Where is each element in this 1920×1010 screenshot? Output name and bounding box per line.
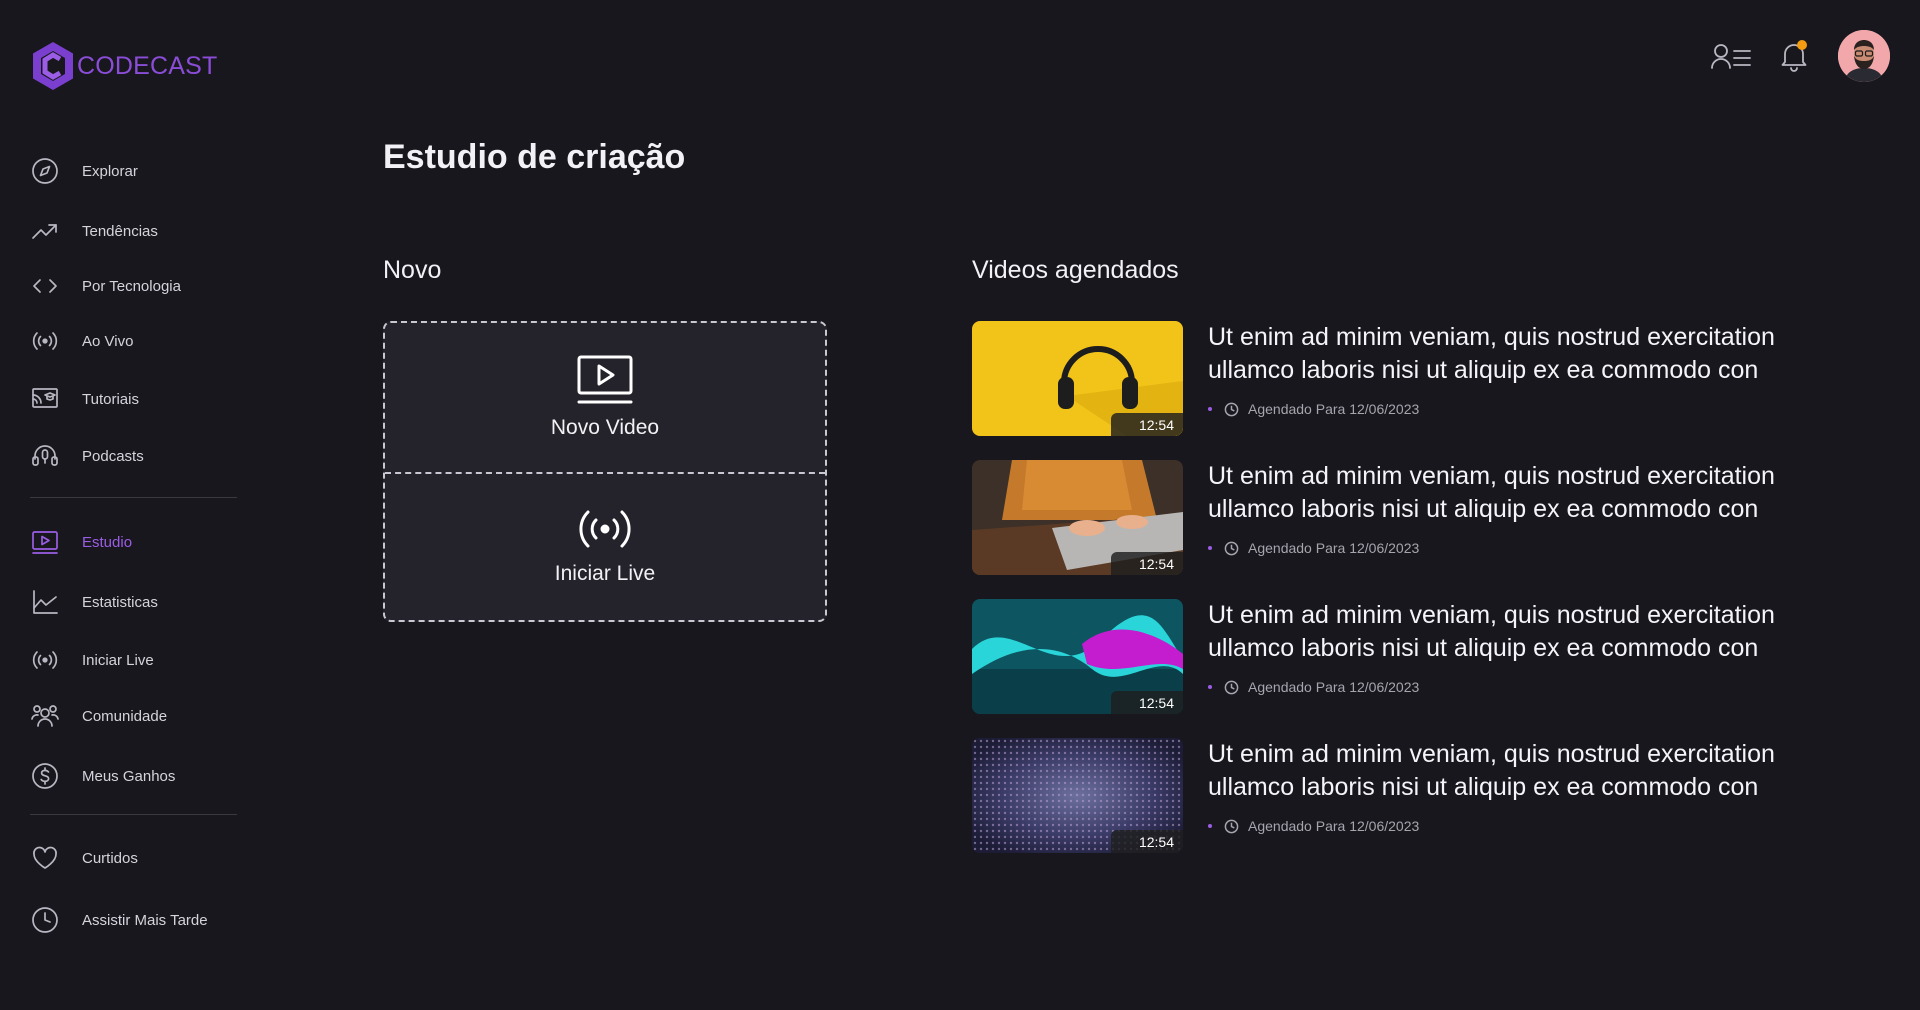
sidebar-item-tendencias[interactable]: Tendências: [30, 213, 158, 249]
video-duration: 12:54: [1110, 830, 1183, 853]
sidebar-item-label: Tendências: [82, 222, 158, 240]
clock-icon: [1224, 819, 1239, 833]
new-content-panel: Novo Video Iniciar Live: [383, 321, 827, 622]
sidebar-item-iniciar-live[interactable]: Iniciar Live: [30, 642, 154, 678]
new-section-title: Novo: [383, 256, 442, 284]
sidebar-item-label: Ao Vivo: [82, 332, 134, 350]
sidebar-item-assistir-mais-tarde[interactable]: Assistir Mais Tarde: [30, 902, 208, 938]
sidebar-divider: [30, 814, 237, 815]
scheduled-video-item[interactable]: 12:54 Ut enim ad minim veniam, quis nost…: [972, 738, 1872, 853]
video-thumbnail[interactable]: 12:54: [972, 599, 1183, 714]
start-live-label: Iniciar Live: [554, 561, 656, 585]
avatar-image: [1838, 30, 1890, 82]
video-thumbnail[interactable]: 12:54: [972, 738, 1183, 853]
heart-icon: [33, 846, 57, 869]
sidebar-item-curtidos[interactable]: Curtidos: [30, 840, 138, 876]
scheduled-video-item[interactable]: 12:54 Ut enim ad minim veniam, quis nost…: [972, 460, 1872, 575]
sidebar-item-label: Meus Ganhos: [82, 767, 176, 785]
avatar[interactable]: [1838, 30, 1890, 82]
brand-name: CODECAST: [77, 51, 218, 80]
video-duration: 12:54: [1110, 691, 1183, 714]
clock-icon: [1224, 402, 1239, 416]
clock-icon: [1224, 680, 1239, 694]
sidebar-item-comunidade[interactable]: Comunidade: [30, 698, 167, 734]
profile-list-icon: [1711, 44, 1751, 69]
codecast-logo-icon: [33, 42, 73, 90]
sidebar-item-label: Estatisticas: [82, 593, 158, 611]
video-duration: 12:54: [1110, 552, 1183, 575]
trending-icon: [32, 224, 57, 239]
brand-logo[interactable]: CODECAST: [31, 40, 218, 92]
sidebar-item-tutoriais[interactable]: Tutoriais: [30, 381, 139, 417]
sidebar-item-estatisticas[interactable]: Estatisticas: [30, 584, 158, 620]
notifications-button[interactable]: [1780, 40, 1808, 77]
broadcast-icon: [579, 510, 631, 548]
video-title[interactable]: Ut enim ad minim veniam, quis nostrud ex…: [1208, 599, 1848, 665]
tutorial-icon: [32, 388, 58, 408]
sidebar-item-meus-ganhos[interactable]: Meus Ganhos: [30, 758, 175, 794]
video-title[interactable]: Ut enim ad minim veniam, quis nostrud ex…: [1208, 460, 1848, 526]
sidebar-item-label: Comunidade: [82, 707, 168, 725]
sidebar-item-label: Iniciar Live: [82, 651, 154, 669]
notification-dot: [1797, 40, 1807, 50]
schedule-info: Agendado Para 12/06/2023: [1208, 818, 1419, 834]
sidebar-item-label: Curtidos: [82, 849, 138, 867]
bullet: [1208, 685, 1212, 689]
profile-list-button[interactable]: [1711, 42, 1753, 77]
compass-icon: [32, 158, 58, 184]
broadcast-icon: [32, 332, 58, 350]
sidebar-item-estudio[interactable]: Estudio: [30, 524, 132, 560]
bullet: [1208, 824, 1212, 828]
scheduled-date: Agendado Para 12/06/2023: [1248, 679, 1420, 695]
sidebar-item-label: Podcasts: [82, 447, 144, 465]
scheduled-video-item[interactable]: 12:54 Ut enim ad minim veniam, quis nost…: [972, 599, 1872, 714]
scheduled-section-title: Videos agendados: [972, 256, 1179, 284]
scheduled-date: Agendado Para 12/06/2023: [1248, 818, 1420, 834]
sidebar-item-label: Estudio: [82, 533, 133, 551]
video-title[interactable]: Ut enim ad minim veniam, quis nostrud ex…: [1208, 321, 1848, 387]
schedule-info: Agendado Para 12/06/2023: [1208, 401, 1419, 417]
scheduled-date: Agendado Para 12/06/2023: [1248, 401, 1420, 417]
sidebar-item-label: Assistir Mais Tarde: [82, 911, 208, 929]
sidebar-item-explorar[interactable]: Explorar: [30, 153, 138, 189]
clock-icon: [32, 907, 58, 933]
sidebar-divider: [30, 497, 237, 498]
chart-icon: [33, 590, 58, 614]
bullet: [1208, 546, 1212, 550]
scheduled-video-item[interactable]: 12:54 Ut enim ad minim veniam, quis nost…: [972, 321, 1872, 436]
page-title: Estudio de criação: [383, 138, 686, 176]
video-title[interactable]: Ut enim ad minim veniam, quis nostrud ex…: [1208, 738, 1848, 804]
clock-icon: [1224, 541, 1239, 555]
schedule-info: Agendado Para 12/06/2023: [1208, 679, 1419, 695]
sidebar-item-podcasts[interactable]: Podcasts: [30, 438, 144, 474]
sidebar-item-label: Tutoriais: [82, 390, 139, 408]
podcast-icon: [32, 445, 58, 466]
dollar-icon: [32, 763, 58, 789]
scheduled-date: Agendado Para 12/06/2023: [1248, 540, 1420, 556]
new-video-button[interactable]: Novo Video: [385, 323, 825, 474]
video-icon: [32, 531, 58, 554]
video-icon: [577, 355, 633, 404]
schedule-info: Agendado Para 12/06/2023: [1208, 540, 1419, 556]
video-duration: 12:54: [1110, 413, 1183, 436]
start-live-button[interactable]: Iniciar Live: [385, 472, 825, 621]
sidebar-item-label: Explorar: [82, 162, 138, 180]
sidebar-item-por-tecnologia[interactable]: Por Tecnologia: [30, 268, 181, 304]
bullet: [1208, 407, 1212, 411]
sidebar-item-ao-vivo[interactable]: Ao Vivo: [30, 323, 133, 359]
code-icon: [33, 279, 57, 293]
video-thumbnail[interactable]: 12:54: [972, 460, 1183, 575]
community-icon: [31, 705, 59, 727]
sidebar-item-label: Por Tecnologia: [82, 277, 181, 295]
new-video-label: Novo Video: [550, 416, 660, 440]
video-thumbnail[interactable]: 12:54: [972, 321, 1183, 436]
broadcast-icon: [32, 651, 58, 669]
